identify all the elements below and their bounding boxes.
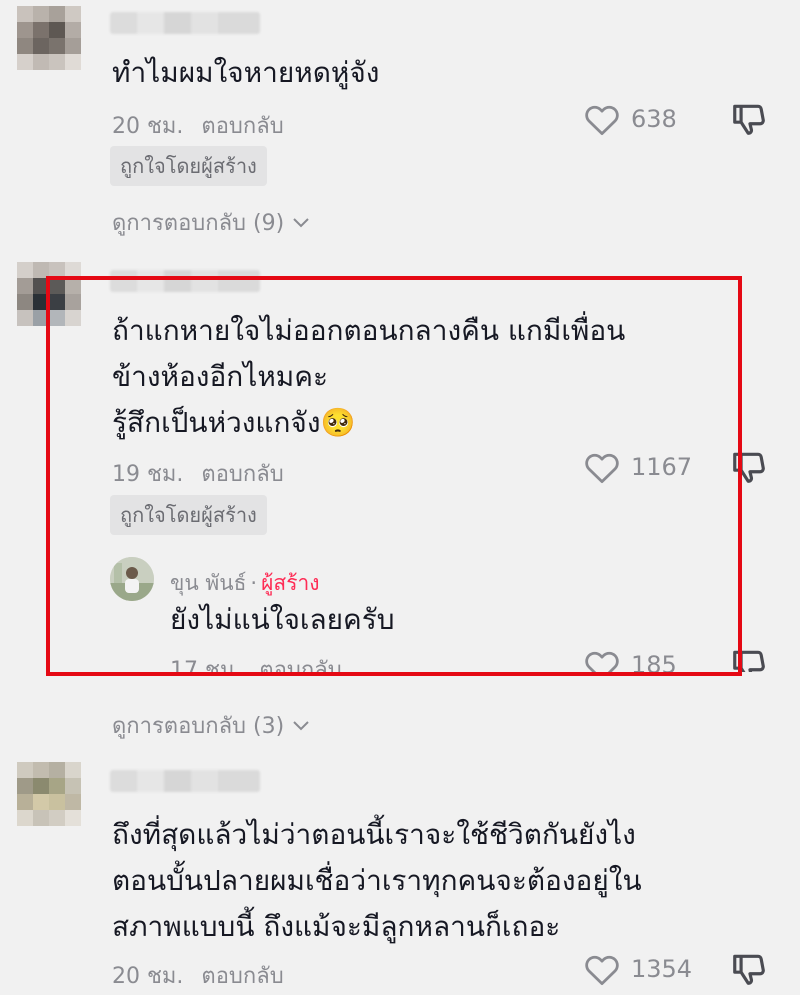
avatar[interactable] [17,6,81,70]
comment-time: 19 ชม. [112,462,184,487]
separator: · [250,571,258,595]
view-replies-label: ดูการตอบกลับ (3) [112,714,285,739]
creator-liked-badge: ถูกใจโดยผู้สร้าง [110,146,267,186]
thumbs-down-icon [730,448,768,486]
dislike-button[interactable] [730,448,768,486]
comment-meta: 20 ชม. ตอบกลับ [112,108,284,143]
dislike-button[interactable] [730,950,768,988]
avatar[interactable] [17,262,81,326]
comments-screen: ทำไมผมใจหายหดหู่จัง 20 ชม. ตอบกลับ 638 ถู… [0,0,800,995]
comment-text: ถึงที่สุดแล้วไม่ว่าตอนนี้เราจะใช้ชีวิตกั… [112,818,642,943]
reply-button[interactable]: ตอบกลับ [259,658,341,672]
chevron-down-icon [292,210,310,235]
reply-button[interactable]: ตอบกลับ [201,462,283,487]
thumbs-down-icon [730,650,768,672]
creator-tag: ผู้สร้าง [261,571,320,595]
reply-meta-row: 17 ชม. ตอบกลับ 185 [0,650,800,672]
chevron-down-icon [292,713,310,738]
thumbs-down-icon [730,950,768,988]
reply-text: ยังไม่แน่ใจเลยครับ [170,603,395,636]
comment-text: ถ้าแกหายใจไม่ออกตอนกลางคืน แกมีเพื่อน ข้… [112,314,626,439]
like-count: 638 [631,105,677,133]
comment-time: 20 ชม. [112,114,184,139]
thumbs-down-icon [730,100,768,138]
creator-liked-badge: ถูกใจโดยผู้สร้าง [110,495,267,535]
pleading-face-emoji: 🥺 [320,406,356,439]
reply-button[interactable]: ตอบกลับ [201,114,283,139]
username-censored [110,770,260,792]
like-button[interactable]: 1167 [583,450,692,484]
heart-outline-icon [583,650,621,672]
reply-author: ขุน พันธ์ · ผู้สร้าง [170,567,320,600]
reply-author-name[interactable]: ขุน พันธ์ [170,571,246,595]
creator-avatar[interactable] [110,557,154,601]
like-count: 1354 [631,955,693,983]
comment-meta: 20 ชม. ตอบกลับ [112,958,284,993]
heart-outline-icon [583,102,621,136]
comment-text: ทำไมผมใจหายหดหู่จัง [112,56,380,89]
reply-time: 17 ชม. [170,658,242,672]
heart-outline-icon [583,450,621,484]
view-replies-button[interactable]: ดูการตอบกลับ (9) [112,205,310,240]
like-count: 185 [631,651,677,672]
avatar[interactable] [17,762,81,826]
like-button[interactable]: 185 [583,650,677,672]
like-button[interactable]: 638 [583,102,677,136]
dislike-button[interactable] [730,100,768,138]
comment-meta: 19 ชม. ตอบกลับ [112,456,284,491]
reply-meta: 17 ชม. ตอบกลับ [170,652,342,672]
username-censored [110,270,260,292]
dislike-button[interactable] [730,650,768,672]
view-replies-label: ดูการตอบกลับ (9) [112,211,285,236]
comment-time: 20 ชม. [112,964,184,989]
like-count: 1167 [631,453,693,481]
view-replies-button[interactable]: ดูการตอบกลับ (3) [112,708,310,743]
like-button[interactable]: 1354 [583,952,692,986]
heart-outline-icon [583,952,621,986]
username-censored [110,12,260,34]
reply-button[interactable]: ตอบกลับ [201,964,283,989]
